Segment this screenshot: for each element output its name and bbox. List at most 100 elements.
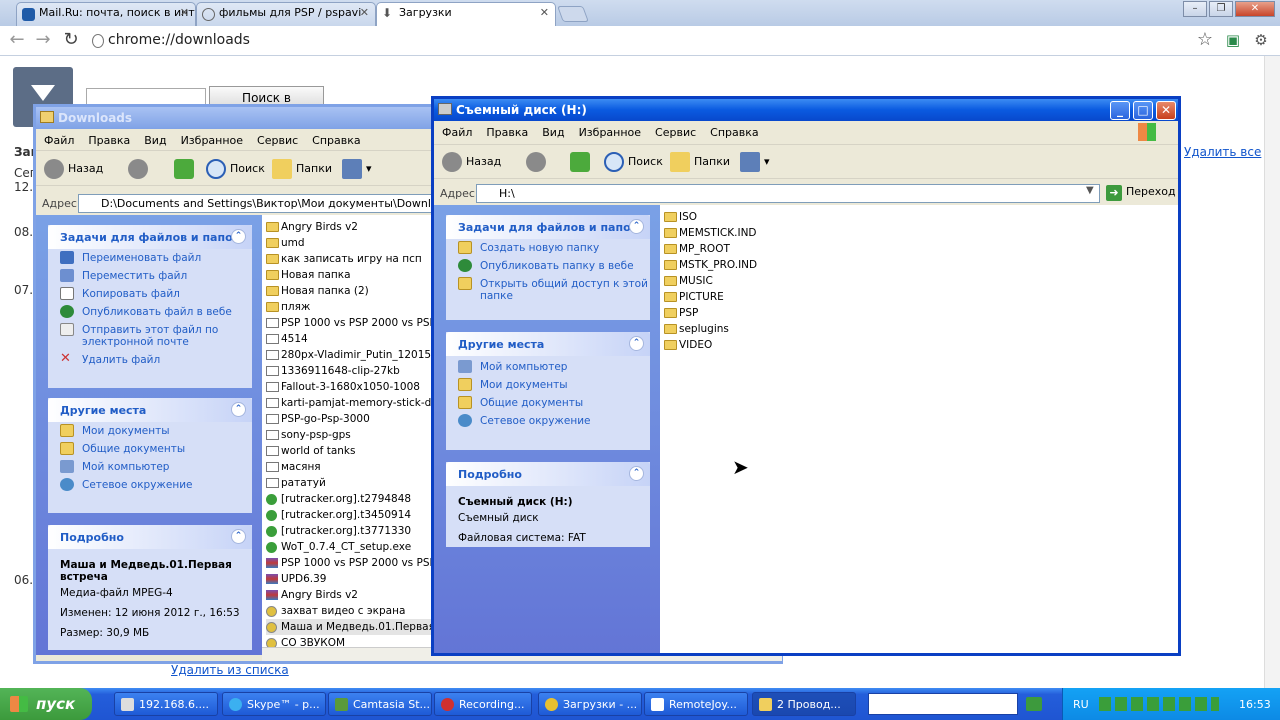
tray-icons[interactable]: [1099, 697, 1219, 711]
tab-mailru[interactable]: Mail.Ru: почта, поиск в инте ✕: [16, 2, 196, 26]
details-header[interactable]: Подробно ⌃: [48, 525, 252, 549]
file-row-selected[interactable]: Маша и Медведь.01.Первая вст: [266, 619, 432, 635]
file-row[interactable]: PSP 1000 vs PSP 2000 vs PSP 300: [266, 315, 432, 331]
menu-view[interactable]: Вид: [144, 134, 166, 147]
task-rename[interactable]: Переименовать файл: [48, 249, 252, 267]
go-button[interactable]: ➜ Переход: [1104, 185, 1176, 201]
folder-row[interactable]: VIDEO: [664, 337, 712, 353]
file-row[interactable]: WoT_0.7.4_CT_setup.exe: [266, 539, 411, 555]
go-arrow-icon[interactable]: [1026, 697, 1042, 711]
file-tasks-header[interactable]: Задачи для файлов и папок ⌃: [48, 225, 252, 249]
star-icon[interactable]: ☆: [1194, 30, 1216, 52]
taskbar-button-remote[interactable]: 192.168.6....: [114, 692, 218, 716]
collapse-icon[interactable]: ⌃: [629, 219, 644, 234]
forward-button[interactable]: [526, 152, 550, 174]
file-row[interactable]: [rutracker.org].t3450914: [266, 507, 411, 523]
file-row[interactable]: Fallout-3-1680x1050-1008: [266, 379, 420, 395]
folder-row[interactable]: MUSIC: [664, 273, 713, 289]
back-arrow-icon[interactable]: ←: [6, 30, 28, 52]
address-bar[interactable]: chrome://downloads: [88, 29, 1218, 53]
file-row[interactable]: Новая папка: [266, 267, 351, 283]
taskbar-button-explorer[interactable]: 2 Провод...: [752, 692, 856, 716]
menu-favorites[interactable]: Избранное: [579, 126, 641, 139]
delete-all-link[interactable]: Удалить все: [1184, 145, 1261, 159]
menu-favorites[interactable]: Избранное: [181, 134, 243, 147]
place-my-computer[interactable]: Мой компьютер: [446, 358, 650, 376]
folder-row[interactable]: seplugins: [664, 321, 729, 337]
reload-icon[interactable]: ↻: [60, 30, 82, 52]
drive-title-bar[interactable]: Съемный диск (H:) _ □ ✕: [434, 99, 1178, 121]
file-row[interactable]: Angry Birds v2: [266, 587, 358, 603]
taskbar-button-skype[interactable]: Skype™ - p...: [222, 692, 326, 716]
address-input[interactable]: H:\: [476, 184, 1100, 203]
file-row[interactable]: [rutracker.org].t2794848: [266, 491, 411, 507]
file-tasks-header[interactable]: Задачи для файлов и папок ⌃: [446, 215, 650, 239]
file-row[interactable]: Новая папка (2): [266, 283, 369, 299]
menu-help[interactable]: Справка: [710, 126, 758, 139]
file-row[interactable]: СО ЗВУКОМ: [266, 635, 345, 647]
taskbar-button-chrome[interactable]: Загрузки - ...: [538, 692, 642, 716]
menu-tools[interactable]: Сервис: [257, 134, 298, 147]
folder-row[interactable]: MEMSTICK.IND: [664, 225, 757, 241]
file-row[interactable]: PSP-go-Psp-3000: [266, 411, 370, 427]
file-row[interactable]: 1336911648-clip-27kb: [266, 363, 400, 379]
forward-button[interactable]: [128, 159, 152, 181]
wrench-icon[interactable]: ⚙: [1250, 30, 1272, 52]
place-shared-documents[interactable]: Общие документы: [446, 394, 650, 412]
close-icon[interactable]: ✕: [540, 6, 549, 19]
close-button[interactable]: ✕: [1156, 101, 1176, 120]
file-row[interactable]: umd: [266, 235, 305, 251]
file-row[interactable]: Angry Birds v2: [266, 219, 358, 235]
restore-button[interactable]: ❐: [1209, 1, 1233, 17]
task-move[interactable]: Переместить файл: [48, 267, 252, 285]
search-button[interactable]: Поиск: [206, 159, 265, 181]
page-scrollbar[interactable]: [1264, 56, 1280, 688]
file-row[interactable]: пляж: [266, 299, 310, 315]
extension-icon[interactable]: ▣: [1222, 30, 1244, 52]
folders-button[interactable]: Папки: [272, 159, 332, 181]
task-email[interactable]: Отправить этот файл по электронной почте: [48, 321, 252, 351]
folder-row[interactable]: ISO: [664, 209, 697, 225]
task-copy[interactable]: Копировать файл: [48, 285, 252, 303]
collapse-icon[interactable]: ⌃: [231, 529, 246, 544]
folder-row[interactable]: PSP: [664, 305, 698, 321]
place-my-documents[interactable]: Мои документы: [446, 376, 650, 394]
views-button[interactable]: ▾: [342, 159, 372, 181]
other-places-header[interactable]: Другие места ⌃: [446, 332, 650, 356]
tab-pspavi[interactable]: фильмы для PSP / pspavi ✕: [196, 2, 376, 26]
menu-file[interactable]: Файл: [44, 134, 74, 147]
language-indicator[interactable]: RU: [1073, 698, 1089, 711]
file-row[interactable]: karti-pamjat-memory-stick-duo-pr: [266, 395, 432, 411]
folder-row[interactable]: MSTK_PRO.IND: [664, 257, 757, 273]
file-row[interactable]: 280px-Vladimir_Putin_12015: [266, 347, 431, 363]
forward-arrow-icon[interactable]: →: [32, 30, 54, 52]
file-row[interactable]: как записать игру на псп: [266, 251, 422, 267]
remove-from-list-link[interactable]: Удалить из списка: [171, 663, 289, 677]
menu-edit[interactable]: Правка: [88, 134, 130, 147]
details-header[interactable]: Подробно ⌃: [446, 462, 650, 486]
file-row[interactable]: рататуй: [266, 475, 326, 491]
file-row[interactable]: world of tanks: [266, 443, 355, 459]
taskbar-button-remotejoy[interactable]: RemoteJoy...: [644, 692, 748, 716]
other-places-header[interactable]: Другие места ⌃: [48, 398, 252, 422]
up-button[interactable]: [570, 152, 594, 174]
dropdown-arrow-icon[interactable]: ▼: [1086, 185, 1094, 196]
collapse-icon[interactable]: ⌃: [231, 229, 246, 244]
close-icon[interactable]: ✕: [180, 6, 189, 19]
folder-row[interactable]: PICTURE: [664, 289, 724, 305]
task-share-folder[interactable]: Открыть общий доступ к этой папке: [446, 275, 650, 305]
taskbar-search-box[interactable]: [868, 693, 1018, 715]
menu-edit[interactable]: Правка: [486, 126, 528, 139]
task-publish[interactable]: Опубликовать файл в вебе: [48, 303, 252, 321]
back-button[interactable]: Назад: [442, 152, 501, 174]
file-row[interactable]: PSP 1000 vs PSP 2000 vs PSP 300: [266, 555, 432, 571]
file-row[interactable]: масяня: [266, 459, 321, 475]
file-row[interactable]: 4514: [266, 331, 308, 347]
minimize-button[interactable]: –: [1183, 1, 1207, 17]
place-network[interactable]: Сетевое окружение: [48, 476, 252, 494]
collapse-icon[interactable]: ⌃: [231, 402, 246, 417]
place-network[interactable]: Сетевое окружение: [446, 412, 650, 430]
back-button[interactable]: Назад: [44, 159, 103, 181]
tab-downloads[interactable]: ⬇ Загрузки ✕: [376, 2, 556, 26]
maximize-button[interactable]: □: [1133, 101, 1153, 120]
